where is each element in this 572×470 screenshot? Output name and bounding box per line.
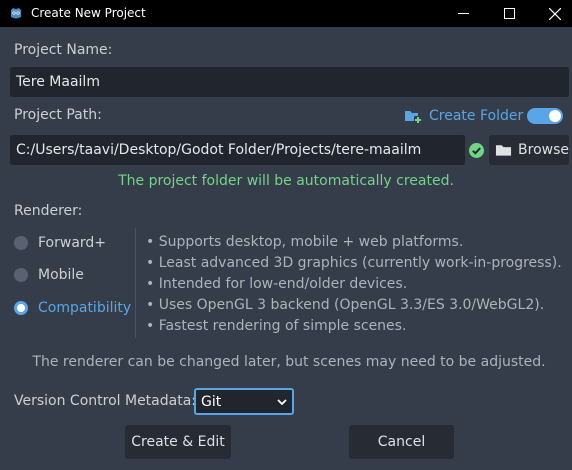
vcs-selected-value: Git (201, 393, 222, 410)
window-title: Create New Project (31, 6, 146, 20)
project-name-label: Project Name: (14, 42, 113, 58)
toggle-knob (549, 110, 561, 122)
path-status-message: The project folder will be automatically… (118, 173, 454, 189)
godot-app-icon (11, 8, 21, 19)
renderer-option-mobile[interactable]: Mobile (14, 265, 84, 285)
project-name-input[interactable]: Tere Maailm (10, 67, 569, 97)
close-button[interactable] (532, 0, 572, 27)
project-path-input[interactable]: C:/Users/taavi/Desktop/Godot Folder/Proj… (10, 135, 465, 165)
minimize-icon (457, 13, 469, 14)
create-folder-icon (405, 111, 422, 124)
vcs-select[interactable]: Git (194, 388, 294, 415)
renderer-feature: • Least advanced 3D graphics (currently … (146, 255, 562, 271)
renderer-feature: • Supports desktop, mobile + web platfor… (146, 234, 464, 250)
browse-label: Browse (518, 142, 569, 158)
maximize-button[interactable] (486, 0, 532, 27)
radio-dot (14, 236, 28, 250)
project-name-value: Tere Maailm (16, 74, 100, 90)
renderer-feature: • Fastest rendering of simple scenes. (146, 318, 407, 334)
renderer-option-compatibility[interactable]: Compatibility (14, 298, 131, 318)
folder-icon (495, 145, 512, 156)
create-folder-label: Create Folder (429, 108, 524, 124)
chevron-down-icon (277, 399, 287, 406)
project-path-value: C:/Users/taavi/Desktop/Godot Folder/Proj… (16, 142, 422, 158)
renderer-option-label: Mobile (38, 267, 84, 283)
create-folder-option[interactable]: Create Folder (404, 107, 523, 125)
renderer-features-list: • Supports desktop, mobile + web platfor… (146, 233, 562, 338)
radio-dot-selected (14, 301, 28, 315)
close-icon (549, 7, 561, 20)
create-and-edit-button[interactable]: Create & Edit (125, 425, 231, 459)
browse-button[interactable]: Browse (489, 135, 569, 165)
minimize-button[interactable] (440, 0, 486, 27)
renderer-note: The renderer can be changed later, but s… (32, 354, 546, 370)
renderer-option-label: Compatibility (38, 300, 132, 316)
renderer-option-forward-plus[interactable]: Forward+ (14, 233, 106, 253)
create-project-dialog: Create New Project Project Name: Tere Ma… (0, 0, 572, 470)
renderer-label: Renderer: (14, 203, 83, 219)
maximize-icon (503, 8, 515, 19)
project-path-label: Project Path: (14, 107, 102, 123)
cancel-button[interactable]: Cancel (349, 425, 454, 459)
title-bar[interactable]: Create New Project (0, 0, 572, 27)
renderer-feature: • Uses OpenGL 3 backend (OpenGL 3.3/ES 3… (146, 297, 545, 313)
renderer-option-label: Forward+ (38, 235, 107, 251)
path-valid-check-icon (469, 143, 484, 158)
create-folder-toggle[interactable] (527, 108, 563, 124)
renderer-feature: • Intended for low-end/older devices. (146, 276, 408, 292)
radio-dot (14, 268, 28, 282)
renderer-separator (135, 228, 136, 338)
vcs-label: Version Control Metadata: (14, 393, 196, 409)
